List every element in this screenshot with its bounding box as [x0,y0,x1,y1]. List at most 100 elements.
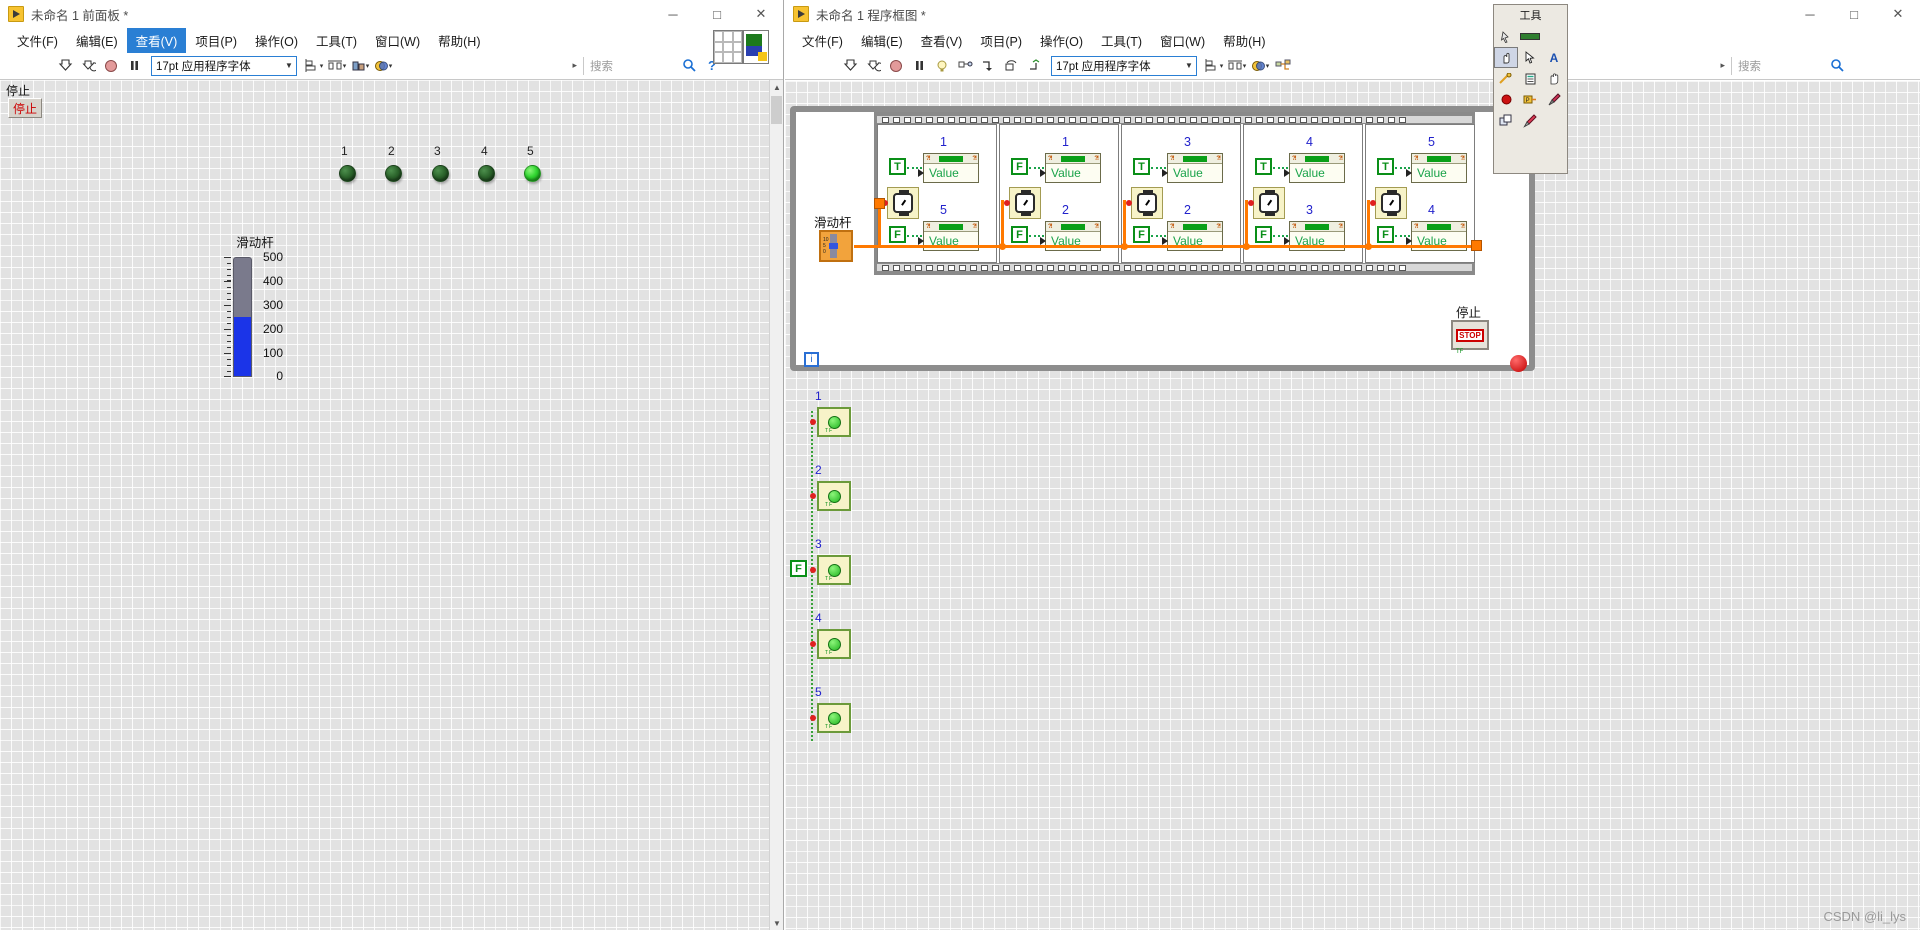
align-objects-icon[interactable]: ▾ [304,56,324,76]
frame-5-top-property-node[interactable]: ?!?! Value [1406,153,1467,183]
menu-window[interactable]: 窗口(W) [1151,28,1214,53]
menu-window[interactable]: 窗口(W) [366,28,429,53]
stop-button[interactable]: 停止 [8,98,42,118]
block-diagram-canvas[interactable]: 1 ?!?! Value T 5 ?!?! Value F 1 ?! ?! Va… [785,81,1920,930]
set-breakpoint-icon[interactable] [1494,89,1518,110]
menu-view[interactable]: 查看(V) [912,28,972,53]
scroll-down-arrow-icon[interactable]: ▼ [770,916,784,930]
menu-tools[interactable]: 工具(T) [1092,28,1151,53]
while-loop-structure[interactable]: 1 ?!?! Value T 5 ?!?! Value F 1 ?! ?! Va… [790,106,1535,372]
step-over-icon[interactable] [1001,56,1021,76]
slider-terminal[interactable]: 10 5 0 [819,230,853,262]
frame-3-top-bool-constant[interactable]: T [1133,158,1150,175]
reorder-objects-icon[interactable]: ▾ [373,56,393,76]
search-icon[interactable] [1827,56,1847,76]
led-indicator-5[interactable] [524,165,541,182]
pause-icon[interactable] [909,56,929,76]
frame-1-bottom-bool-constant[interactable]: F [889,226,906,243]
position-size-icon[interactable] [1518,47,1542,68]
search-field[interactable]: 搜索 [590,58,613,74]
font-selector[interactable]: 17pt 应用程序字体 ▼ [151,55,297,76]
connector-terminals-icon[interactable] [713,30,743,64]
led-terminal-4[interactable]: TF [817,629,851,659]
sequence-frame-2[interactable]: 1 ?!?! Value F 2 ?!?! Value F [999,124,1119,263]
search-icon[interactable] [679,56,699,76]
stop-button-terminal[interactable]: STOP [1451,320,1489,350]
vi-icon[interactable] [743,30,769,64]
step-out-icon[interactable] [1024,56,1044,76]
led-terminal-2[interactable]: TF [817,481,851,511]
automatic-tool-icon[interactable] [1494,26,1518,47]
paint-icon[interactable] [1518,110,1542,131]
tools-palette[interactable]: 工具 A P [1493,4,1568,174]
reorder-objects-icon[interactable]: ▾ [1250,56,1270,76]
menu-edit[interactable]: 编辑(E) [67,28,127,53]
frame-1-top-bool-constant[interactable]: T [889,158,906,175]
connect-wire-icon[interactable] [1494,68,1518,89]
scroll-up-arrow-icon[interactable]: ▲ [770,80,784,94]
distribute-objects-icon[interactable]: ▾ [327,56,347,76]
copy-color-icon[interactable] [1494,110,1518,131]
run-continuous-icon[interactable] [863,56,883,76]
scroll-window-icon[interactable] [1542,68,1566,89]
run-arrow-icon[interactable] [840,56,860,76]
scrollbar-thumb[interactable] [771,96,782,124]
edit-text-icon[interactable]: A [1542,47,1566,68]
frame-3-bottom-bool-constant[interactable]: F [1133,226,1150,243]
sequence-frame-4[interactable]: 4 ?!?! Value T 3 ?!?! Value F [1243,124,1363,263]
led-terminal-1[interactable]: TF [817,407,851,437]
close-button[interactable]: ✕ [1876,0,1920,28]
align-objects-icon[interactable]: ▾ [1204,56,1224,76]
frame-2-bottom-bool-constant[interactable]: F [1011,226,1028,243]
bottom-false-constant[interactable]: F [790,560,807,577]
minimize-button[interactable]: ─ [651,0,695,28]
menu-help[interactable]: 帮助(H) [429,28,489,53]
frame-4-wait-node[interactable] [1253,187,1285,219]
menu-project[interactable]: 项目(P) [971,28,1031,53]
highlight-execution-icon[interactable] [932,56,952,76]
frame-4-top-property-node[interactable]: ?!?! Value [1284,153,1345,183]
close-button[interactable]: ✕ [739,0,783,28]
sequence-frame-5[interactable]: 5 ?!?! Value T 4 ?!?! Value F [1365,124,1475,263]
minimize-button[interactable]: ─ [1788,0,1832,28]
menu-operate[interactable]: 操作(O) [246,28,307,53]
menu-project[interactable]: 项目(P) [186,28,246,53]
abort-execution-icon[interactable] [101,56,121,76]
abort-execution-icon[interactable] [886,56,906,76]
led-terminal-3[interactable]: TF [817,555,851,585]
run-arrow-icon[interactable] [55,56,75,76]
retain-wire-values-icon[interactable] [955,56,975,76]
menu-view[interactable]: 查看(V) [126,27,187,53]
operate-value-icon[interactable] [1494,47,1518,68]
flat-sequence-structure[interactable]: 1 ?!?! Value T 5 ?!?! Value F 1 ?! ?! Va… [874,112,1475,275]
led-indicator-2[interactable] [385,165,402,182]
frame-3-top-property-node[interactable]: ?!?! Value [1162,153,1223,183]
loop-conditional-terminal[interactable] [1510,355,1527,372]
frame-4-bottom-bool-constant[interactable]: F [1255,226,1272,243]
frame-1-wait-node[interactable] [887,187,919,219]
slider-body[interactable]: 500 400 300 200 100 0 [205,250,305,383]
object-shortcut-icon[interactable] [1518,68,1542,89]
search-field[interactable]: 搜索 [1738,58,1761,74]
frame-5-wait-node[interactable] [1375,187,1407,219]
maximize-button[interactable]: □ [695,0,739,28]
menu-help[interactable]: 帮助(H) [1214,28,1274,53]
cleanup-diagram-icon[interactable] [1273,56,1293,76]
front-panel-vertical-scrollbar[interactable]: ▲ ▼ [769,80,783,930]
maximize-button[interactable]: □ [1832,0,1876,28]
led-indicator-4[interactable] [478,165,495,182]
frame-2-top-property-node[interactable]: ?!?! Value [1040,153,1101,183]
probe-data-icon[interactable]: P [1518,89,1542,110]
resize-objects-icon[interactable]: ▾ [350,56,370,76]
frame-2-top-bool-constant[interactable]: F [1011,158,1028,175]
menu-tools[interactable]: 工具(T) [307,28,366,53]
menu-edit[interactable]: 编辑(E) [852,28,912,53]
frame-2-wait-node[interactable] [1009,187,1041,219]
frame-5-bottom-bool-constant[interactable]: F [1377,226,1394,243]
pause-icon[interactable] [124,56,144,76]
step-into-icon[interactable] [978,56,998,76]
sequence-frame-1[interactable]: 1 ?!?! Value T 5 ?!?! Value F [877,124,997,263]
font-selector[interactable]: 17pt 应用程序字体 ▼ [1051,55,1197,76]
frame-3-wait-node[interactable] [1131,187,1163,219]
slider-control[interactable]: 滑动杆 500 400 300 200 100 0 [205,232,305,383]
